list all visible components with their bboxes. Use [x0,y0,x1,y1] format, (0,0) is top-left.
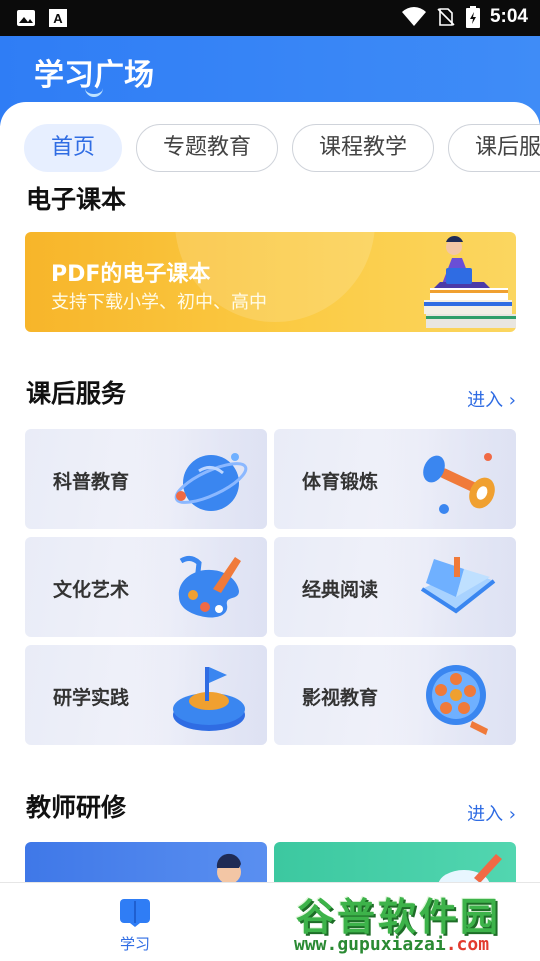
after-school-enter-link[interactable]: 进入 › [467,386,516,412]
film-reel-icon [426,665,488,735]
watermark-url-a: www.gupuxiazai [294,934,446,955]
book-open-icon [120,899,150,927]
no-sim-icon [437,8,455,26]
service-card-label: 体育锻炼 [302,471,379,493]
service-card-label: 文化艺术 [53,579,130,601]
textbook-banner[interactable]: PDF的电子课本 支持下载小学、初中、高中 [25,232,516,332]
watermark-url: www.gupuxiazai.com [294,934,489,955]
service-card-reading[interactable]: 经典阅读 [274,537,516,637]
section-title-teacher-training: 教师研修 [26,793,127,822]
section-title-after-school: 课后服务 [26,379,127,408]
globe-icon [174,453,248,511]
svg-text:A: A [53,11,63,26]
service-card-sports[interactable]: 体育锻炼 [274,429,516,529]
student-reading-illustration [424,235,516,328]
title-smile-decoration [85,86,103,97]
nav-item-study[interactable]: 学习 [105,897,165,954]
palette-icon [178,555,241,618]
service-card-label: 研学实践 [53,687,130,709]
service-card-label: 科普教育 [53,471,130,493]
battery-icon [465,6,480,28]
book-icon [420,557,496,614]
status-bar: A 5:04 [0,0,540,36]
category-tabs: 首页专题教育课程教学课后服务 [24,124,540,172]
banner-subtitle: 支持下载小学、初中、高中 [51,292,267,313]
service-card-science[interactable]: 科普教育 [25,429,267,529]
teacher-training-enter-link[interactable]: 进入 › [467,800,516,826]
font-icon: A [49,9,67,27]
nav-item-label: 学习 [119,935,150,953]
image-icon [17,10,35,26]
section-title-textbook: 电子课本 [26,185,127,214]
wifi-icon [401,7,426,27]
watermark-logo: 谷普软件园 www.gupuxiazai.com [292,884,540,960]
clock: 5:04 [489,6,528,27]
service-card-arts[interactable]: 文化艺术 [25,537,267,637]
flag-platform-icon [173,667,245,731]
service-card-study-practice[interactable]: 研学实践 [25,645,267,745]
service-card-label: 影视教育 [302,687,379,709]
service-card-film[interactable]: 影视教育 [274,645,516,745]
content-panel: 首页专题教育课程教学课后服务 电子课本 PDF的电子课本 支持下载小学、初中、高… [0,102,540,902]
tab-special-education[interactable]: 专题教育 [136,124,279,172]
watermark-text: 谷普软件园 [296,895,502,939]
tab-course-teaching[interactable]: 课程教学 [292,124,435,172]
banner-title: PDF的电子课本 [51,262,211,287]
tab-home[interactable]: 首页 [24,124,123,172]
service-card-label: 经典阅读 [302,579,379,601]
dumbbell-icon [423,453,495,514]
watermark-url-b: .com [445,934,490,955]
tab-after-school[interactable]: 课后服务 [448,124,540,172]
